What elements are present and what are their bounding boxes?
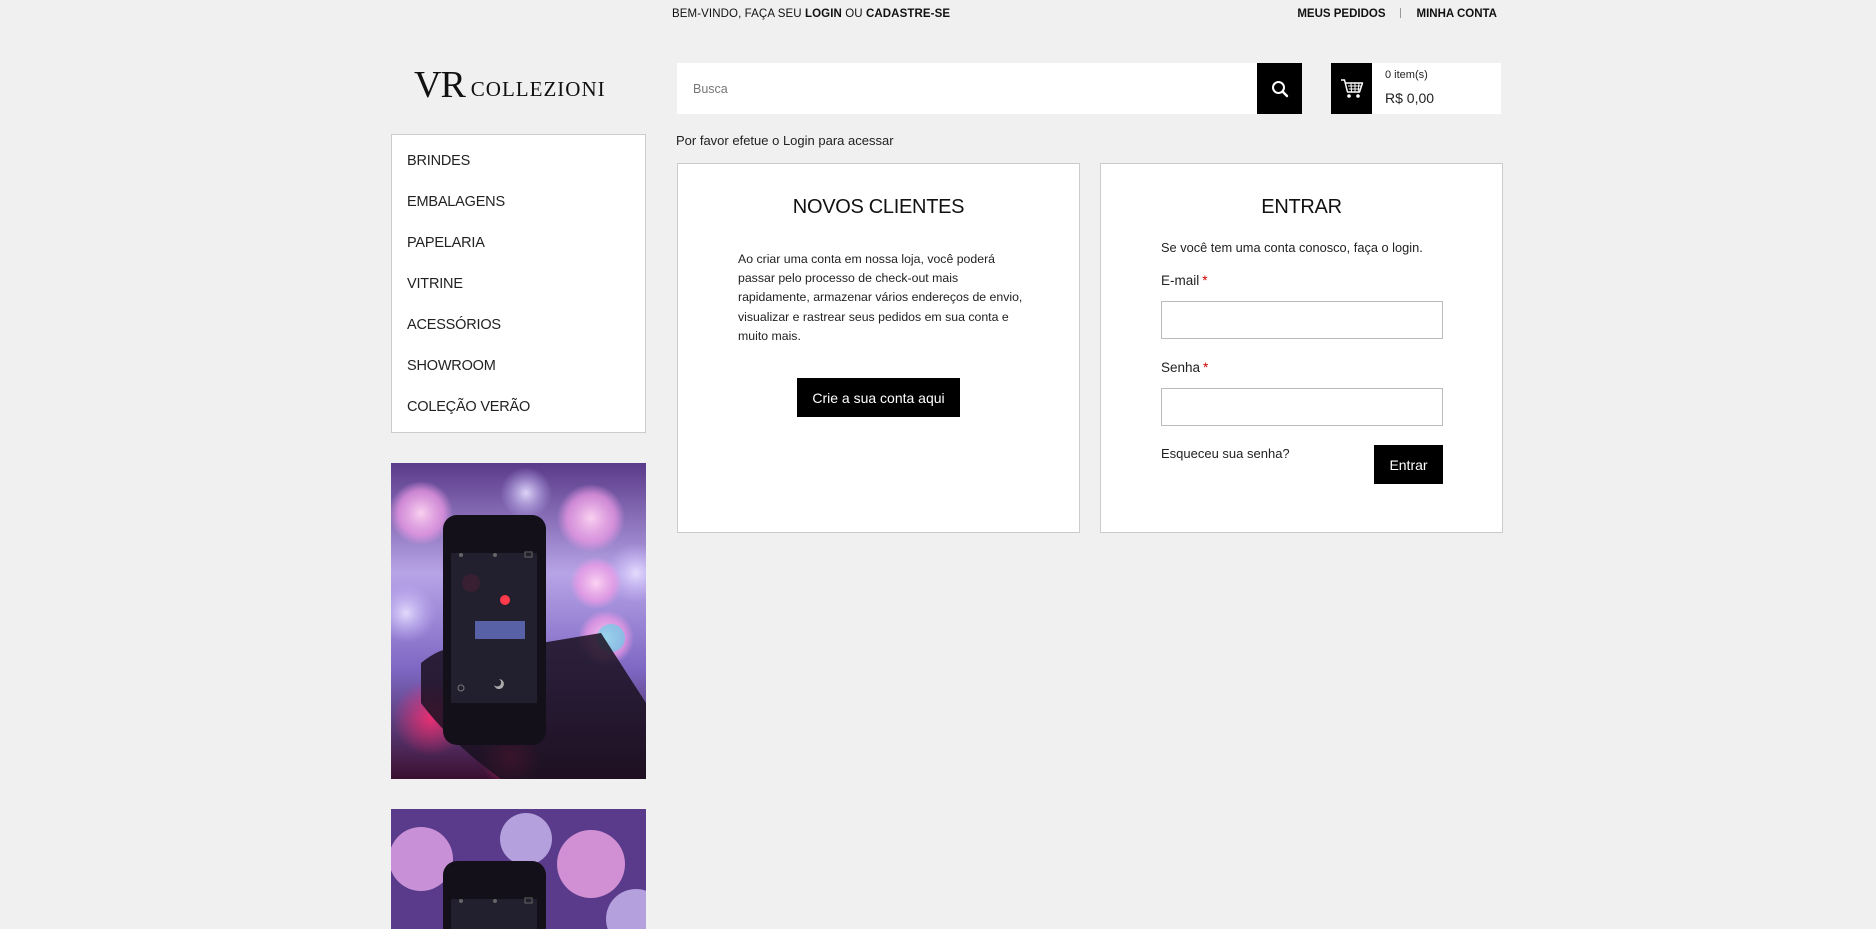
account-links: MEUS PEDIDOS MINHA CONTA (1297, 8, 1497, 20)
welcome-prefix: BEM-VINDO, FAÇA SEU (672, 8, 802, 20)
my-account-link[interactable]: MINHA CONTA (1417, 8, 1498, 20)
nav-item-embalagens[interactable]: EMBALAGENS (407, 194, 505, 210)
search-button[interactable] (1257, 63, 1302, 114)
nav-item-brindes[interactable]: BRINDES (407, 153, 470, 169)
login-link[interactable]: LOGIN (805, 8, 842, 20)
nav-item-showroom[interactable]: SHOWROOM (407, 358, 496, 374)
password-label-text: Senha (1161, 360, 1201, 375)
email-field[interactable] (1161, 301, 1443, 339)
search-bar (677, 63, 1302, 114)
login-title: ENTRAR (1261, 196, 1342, 218)
cart-icon-box (1331, 63, 1372, 114)
promo-banner[interactable] (391, 463, 646, 779)
welcome-text: BEM-VINDO, FAÇA SEU LOGIN OU CADASTRE-SE (672, 8, 950, 20)
login-panel: ENTRAR Se você tem uma conta conosco, fa… (1100, 163, 1503, 533)
cart-icon (1340, 78, 1363, 98)
login-notice: Por favor efetue o Login para acessar (676, 133, 894, 148)
new-customers-panel: NOVOS CLIENTES Ao criar uma conta em nos… (677, 163, 1080, 533)
mini-cart[interactable]: 0 item(s) R$ 0,00 (1331, 63, 1501, 114)
nav-item-papelaria[interactable]: PAPELARIA (407, 235, 485, 251)
login-intro: Se você tem uma conta conosco, faça o lo… (1161, 240, 1423, 255)
category-menu: BRINDES EMBALAGENS PAPELARIA VITRINE ACE… (391, 134, 646, 433)
store-logo[interactable]: VR COLLEZIONI (414, 62, 605, 106)
nav-item-acessorios[interactable]: ACESSÓRIOS (407, 317, 501, 333)
password-field[interactable] (1161, 388, 1443, 426)
forgot-password-link[interactable]: Esqueceu sua senha? (1161, 446, 1290, 461)
logo-name: COLLEZIONI (470, 77, 606, 101)
login-button[interactable]: Entrar (1374, 445, 1443, 484)
email-label: E-mail * (1161, 273, 1208, 288)
new-customers-title: NOVOS CLIENTES (792, 196, 965, 218)
search-icon (1271, 80, 1288, 97)
my-orders-link[interactable]: MEUS PEDIDOS (1297, 8, 1385, 20)
nav-item-vitrine[interactable]: VITRINE (407, 276, 463, 292)
promo-banner-2[interactable] (391, 809, 646, 929)
cart-total: R$ 0,00 (1385, 90, 1435, 106)
new-customers-text: Ao criar uma conta em nossa loja, você p… (738, 252, 1023, 343)
required-mark: * (1202, 273, 1208, 288)
email-label-text: E-mail (1161, 273, 1200, 288)
cart-item-count: 0 item(s) (1385, 69, 1428, 81)
signup-link[interactable]: CADASTRE-SE (866, 8, 950, 20)
promo-image-2 (391, 809, 646, 929)
or-text: OU (845, 8, 863, 20)
top-bar: BEM-VINDO, FAÇA SEU LOGIN OU CADASTRE-SE… (0, 0, 1876, 30)
nav-item-colecao-verao[interactable]: COLEÇÃO VERÃO (407, 399, 530, 415)
promo-image (391, 463, 646, 779)
search-input[interactable] (677, 63, 1258, 114)
link-divider (1399, 8, 1401, 18)
create-account-button[interactable]: Crie a sua conta aqui (797, 378, 960, 417)
required-mark: * (1203, 360, 1209, 375)
logo-vr: VR (414, 64, 466, 106)
password-label: Senha * (1161, 360, 1208, 375)
